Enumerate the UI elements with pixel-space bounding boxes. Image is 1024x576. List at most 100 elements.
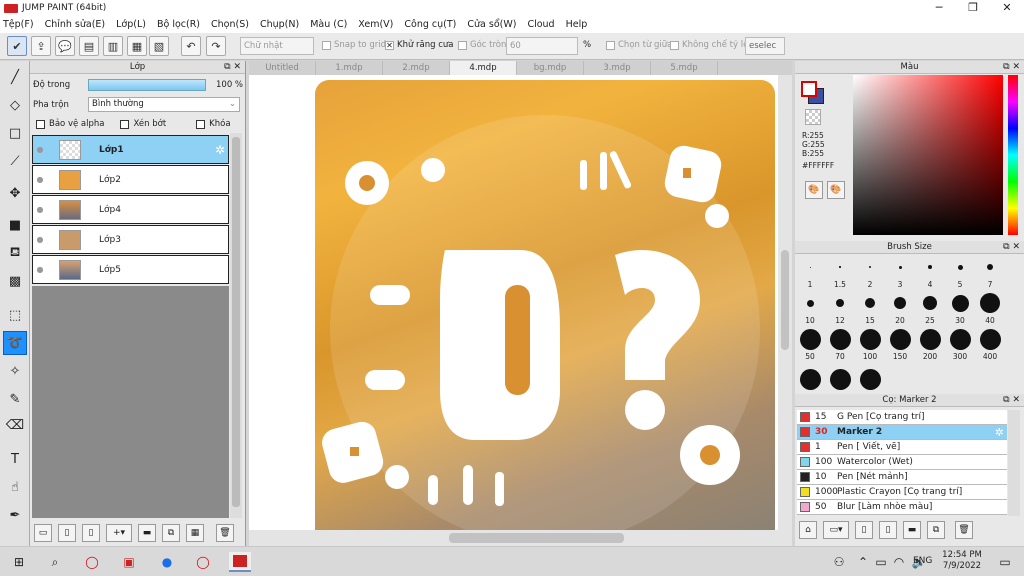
fill-rect-tool-icon[interactable]: ■ [3,213,27,237]
lock-checkbox[interactable]: Khóa [196,119,231,129]
line-tool-icon[interactable]: ⟋ [3,149,27,173]
clip-checkbox[interactable]: Xén bớt [120,119,166,129]
brush-list-item[interactable]: 15 G Pen [Cọ trang trí] [797,410,1007,425]
eraser-tool-icon[interactable]: ◇ [3,93,27,117]
search-icon[interactable]: ⌕ [44,552,66,572]
visibility-dot-icon[interactable]: ● [33,265,47,274]
ratio-checkbox[interactable]: Không chế tỷ lệ [670,40,748,50]
canvas-area[interactable]: ? [249,75,792,530]
visibility-dot-icon[interactable]: ● [33,145,47,154]
layout-icon[interactable]: ▦ [127,36,147,56]
corner-value-input[interactable]: 60 [506,37,578,55]
panel-float-icon[interactable]: ⧉ ✕ [1003,394,1020,407]
brush-list-item[interactable]: 100 Watercolor (Wet) [797,455,1007,470]
select-pen-tool-icon[interactable]: ✎ [3,387,27,411]
brush-size-dot[interactable] [869,266,871,268]
gear-icon[interactable]: ✲ [995,426,1004,439]
opacity-slider[interactable] [88,79,206,91]
hand-tool-icon[interactable]: ☝ [3,475,27,499]
wifi-icon[interactable]: ◠ [888,552,910,572]
new-layer-icon[interactable]: ▭ [34,524,52,542]
tab-2-mdp[interactable]: 2.mdp [383,61,450,75]
people-icon[interactable]: ⚇ [828,552,850,572]
layer-scrollbar[interactable] [230,133,242,518]
brush-size-dot[interactable] [898,265,902,269]
canvas-horizontal-scrollbar[interactable] [249,530,792,546]
text-tool-icon[interactable]: T [3,447,27,471]
brush-size-dot[interactable] [987,264,993,270]
tab-5-mdp[interactable]: 5.mdp [651,61,718,75]
new-layer-8bit-icon[interactable]: ▯ [58,524,76,542]
zalo-icon[interactable]: ● [156,552,178,572]
opera-gx-icon[interactable]: ◯ [192,552,214,572]
text-panel-icon[interactable]: ▤ [79,36,99,56]
brush-size-dot[interactable] [894,297,906,309]
tab-3-mdp[interactable]: 3.mdp [584,61,651,75]
brush-size-dot[interactable] [979,328,1001,350]
brush-size-dot[interactable] [839,266,841,268]
maximize-button[interactable]: ❐ [956,0,990,16]
brush-size-dot[interactable] [806,299,814,307]
tab-4-mdp[interactable]: 4.mdp [450,61,517,75]
palette-icon[interactable]: 🎨 [805,181,823,199]
layer-row[interactable]: ● Lớp3 [32,225,229,254]
menu-capture[interactable]: Chụp(N) [260,19,299,30]
lasso-tool-icon[interactable]: ➰ [3,331,27,355]
brush-size-dot[interactable] [919,328,941,350]
transparent-color-swatch[interactable] [805,109,821,125]
protect-alpha-checkbox[interactable]: Bảo vệ alpha [36,119,104,129]
brush-size-dot[interactable] [980,293,1000,313]
input-language[interactable]: ENG [913,556,932,566]
panel-float-icon[interactable]: ⧉ ✕ [224,61,241,74]
brush-size-dot[interactable] [923,296,937,310]
menu-window[interactable]: Cửa sổ(W) [467,19,516,30]
antialias-checkbox[interactable]: ✕ Khử răng cưa [385,40,454,50]
brush-menu-icon[interactable]: ▭▾ [823,521,849,539]
deselect-button[interactable]: eselec [745,37,785,55]
brush-size-dot[interactable] [889,328,911,350]
undo-icon[interactable]: ↶ [181,36,201,56]
brush-size-dot[interactable] [865,298,875,308]
menu-tools[interactable]: Công cụ(T) [404,19,456,30]
canvas-vertical-scrollbar[interactable] [778,75,792,530]
brush-list-scrollbar[interactable] [1008,410,1020,516]
artboard[interactable]: ? [315,80,775,530]
gear-icon[interactable]: ✲ [215,143,225,157]
brush-list-item[interactable]: 10 Pen [Nét mảnh] [797,470,1007,485]
minimize-button[interactable]: ─ [922,0,956,16]
tab-1-mdp[interactable]: 1.mdp [316,61,383,75]
menu-cloud[interactable]: Cloud [527,19,554,30]
windows-start-icon[interactable]: ⊞ [8,552,30,572]
menu-help[interactable]: Help [566,19,588,30]
export-icon[interactable]: ⇪ [31,36,51,56]
shape-select-dropdown[interactable]: Chữ nhật [240,37,314,55]
brush-list-item[interactable]: 1 Pen [ Viết, vẽ] [797,440,1007,455]
panel-float-icon[interactable]: ⧉ ✕ [1003,241,1020,254]
menu-view[interactable]: Xem(V) [358,19,393,30]
folder-icon[interactable]: ▬ [903,521,921,539]
brush-size-dot[interactable] [949,328,971,350]
visibility-dot-icon[interactable]: ● [33,235,47,244]
corner-checkbox[interactable]: Góc tròn [458,40,506,50]
page-icon[interactable]: ▥ [103,36,123,56]
notification-icon[interactable]: ▭ [994,552,1016,572]
clock[interactable]: 12:54 PM 7/9/2022 [940,550,984,572]
brush-size-dot[interactable] [829,328,851,350]
jump-paint-taskbar-icon[interactable] [229,552,251,572]
tab-untitled[interactable]: Untitled [249,61,316,75]
menu-select[interactable]: Chọn(S) [211,19,249,30]
brush-size-dot[interactable] [836,299,844,307]
new-layer-menu-icon[interactable]: +▾ [106,524,132,542]
foreground-color-swatch[interactable] [801,81,817,97]
redo-icon[interactable]: ↷ [206,36,226,56]
brush-size-dot[interactable] [957,264,963,270]
magic-wand-tool-icon[interactable]: ✧ [3,359,27,383]
eyedropper-tool-icon[interactable]: ✒ [3,503,27,527]
brush-list-item[interactable]: 50 Blur [Làm nhòe màu] [797,500,1007,515]
brush-size-dot[interactable] [859,328,881,350]
app-grid-icon[interactable]: ▣ [118,552,140,572]
blend-mode-select[interactable]: Bình thường ⌄ [88,97,240,112]
hue-slider[interactable] [1008,75,1018,235]
add-brush-icon[interactable]: ⌂ [799,521,817,539]
panel-float-icon[interactable]: ⧉ ✕ [1003,61,1020,74]
